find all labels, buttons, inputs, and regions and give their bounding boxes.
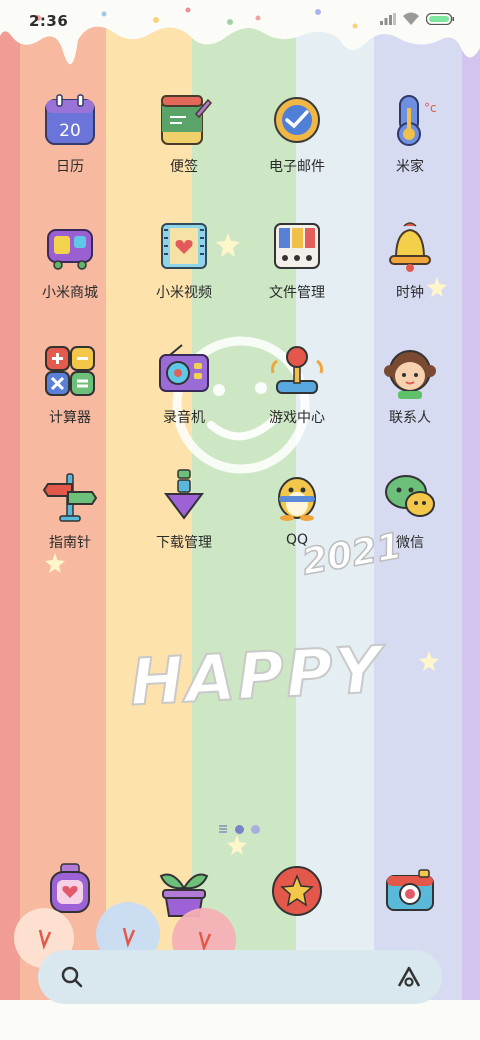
penguin-icon	[278, 477, 316, 521]
signal-icon	[380, 12, 396, 25]
page-dot	[251, 824, 260, 834]
app-mi-shop[interactable]: 小米商城	[18, 218, 122, 302]
chat-bubbles-icon	[385, 475, 435, 517]
app-label: 电子邮件	[269, 159, 325, 175]
dock-app-watch[interactable]	[18, 862, 122, 920]
app-label: 录音机	[163, 410, 205, 426]
app-label: 时钟	[396, 285, 424, 301]
app-label: 日历	[56, 159, 84, 175]
svg-text:20: 20	[59, 121, 81, 141]
dock-app-plant[interactable]	[132, 862, 236, 920]
app-label: 米家	[396, 159, 424, 175]
app-downloads[interactable]: 下载管理	[132, 468, 236, 552]
app-calendar[interactable]: 20 日历	[18, 92, 122, 176]
battery-icon	[426, 12, 454, 25]
app-label: 指南针	[49, 535, 91, 551]
calendar-icon: 20	[45, 94, 95, 145]
camera-icon	[386, 869, 434, 911]
menu-lines-icon	[219, 825, 227, 833]
app-label: QQ	[285, 532, 309, 548]
bell-icon	[389, 222, 431, 272]
app-wechat[interactable]: 微信	[358, 468, 462, 552]
svg-text:°c: °c	[424, 101, 437, 115]
app-calculator[interactable]: 计算器	[18, 343, 122, 427]
app-label: 文件管理	[269, 285, 325, 301]
app-mi-video[interactable]: 小米视频	[132, 218, 236, 302]
joystick-icon	[271, 346, 323, 394]
files-icon	[274, 223, 320, 269]
status-bar: 2:36	[0, 0, 480, 40]
notes-icon	[161, 95, 212, 145]
star-icon	[272, 866, 322, 916]
thermometer-icon: °c	[397, 95, 437, 146]
app-label: 游戏中心	[269, 410, 325, 426]
app-game-center[interactable]: 游戏中心	[245, 343, 349, 427]
download-icon	[164, 469, 204, 520]
search-bar[interactable]	[38, 950, 442, 1004]
app-label: 便签	[170, 159, 198, 175]
app-notes[interactable]: 便签	[132, 92, 236, 176]
girl-icon	[384, 350, 436, 399]
app-qq[interactable]: QQ	[245, 468, 349, 548]
calculator-icon	[45, 346, 95, 396]
app-file-manager[interactable]: 文件管理	[245, 218, 349, 302]
app-email[interactable]: 电子邮件	[245, 92, 349, 176]
app-clock[interactable]: 时钟	[358, 218, 462, 302]
app-label: 下载管理	[156, 535, 212, 551]
app-label: 小米商城	[42, 285, 98, 301]
app-label: 小米视频	[156, 285, 212, 301]
radio-icon	[159, 344, 209, 392]
app-label: 联系人	[389, 410, 431, 426]
email-icon	[274, 97, 320, 143]
wifi-icon	[403, 12, 419, 25]
shop-icon	[47, 229, 93, 270]
assistant-icon[interactable]	[396, 965, 422, 989]
watch-icon	[50, 863, 90, 913]
status-time: 2:36	[29, 12, 69, 30]
plant-icon	[159, 873, 209, 917]
page-dot-active	[235, 824, 244, 834]
dock-app-star[interactable]	[245, 862, 349, 920]
search-icon	[61, 966, 83, 988]
app-compass[interactable]: 指南针	[18, 468, 122, 552]
app-label: 计算器	[49, 410, 91, 426]
signpost-icon	[42, 473, 98, 522]
app-contacts[interactable]: 联系人	[358, 343, 462, 427]
app-mijia[interactable]: °c 米家	[358, 92, 462, 176]
video-icon	[161, 223, 207, 269]
page-indicator[interactable]	[218, 824, 260, 834]
app-recorder[interactable]: 录音机	[132, 343, 236, 427]
dock-app-camera[interactable]	[358, 862, 462, 920]
app-label: 微信	[396, 535, 424, 551]
bottom-frost-decoration	[0, 1000, 480, 1040]
